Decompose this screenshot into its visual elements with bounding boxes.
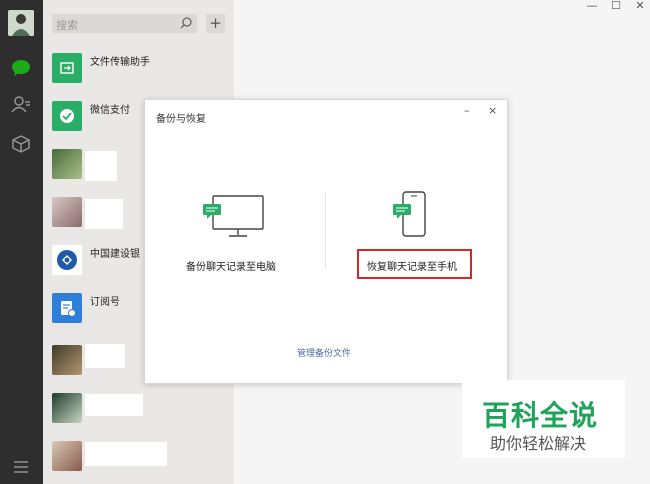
dialog-minimize-button[interactable]: – — [464, 104, 470, 117]
chat-icon[interactable] — [10, 57, 32, 79]
contact-avatar — [52, 441, 82, 471]
backup-to-pc-option[interactable]: 备份聊天记录至电脑 — [175, 188, 300, 278]
watermark-subtitle: 助你轻松解决 — [490, 434, 587, 453]
file-transfer-avatar — [52, 53, 82, 83]
window-minimize-button[interactable]: — — [582, 0, 602, 14]
chat-name: 文件传输助手 — [90, 57, 150, 68]
menu-icon[interactable] — [10, 456, 32, 478]
backup-to-pc-label: 备份聊天记录至电脑 — [186, 262, 276, 273]
wechat-pay-avatar — [52, 101, 82, 131]
chat-name: 中国建设银 — [90, 249, 140, 260]
highlight-annotation-box — [357, 249, 472, 279]
my-avatar[interactable] — [8, 10, 34, 36]
chat-item[interactable] — [43, 385, 234, 433]
contact-avatar — [52, 393, 82, 423]
computer-icon — [203, 195, 264, 237]
phone-icon — [393, 191, 426, 237]
contacts-icon[interactable] — [10, 93, 32, 115]
collections-icon[interactable] — [10, 133, 32, 155]
watermark-logo: 百科全说 助你轻松解决 — [462, 380, 625, 458]
watermark-title: 百科全说 — [482, 399, 599, 432]
chat-item[interactable] — [43, 433, 234, 481]
nav-sidebar — [0, 0, 43, 484]
add-chat-button[interactable]: + — [206, 14, 225, 33]
dialog-title: 备份与恢复 — [156, 114, 206, 125]
redacted-name — [85, 344, 125, 368]
options-divider — [325, 192, 326, 268]
contact-avatar — [52, 197, 82, 227]
contact-avatar — [52, 345, 82, 375]
subscriptions-avatar — [52, 293, 82, 323]
redacted-name — [85, 151, 117, 181]
chat-name: 订阅号 — [90, 297, 120, 308]
ccb-avatar — [52, 245, 82, 275]
search-placeholder: 搜索 — [56, 19, 78, 32]
window-close-button[interactable]: ✕ — [630, 0, 650, 14]
search-icon — [180, 17, 192, 29]
search-box[interactable]: 搜索 — [52, 14, 197, 33]
redacted-name — [85, 442, 167, 466]
dialog-close-button[interactable]: × — [488, 104, 497, 117]
contact-avatar — [52, 149, 82, 179]
redacted-name — [85, 394, 143, 416]
chat-name: 微信支付 — [90, 105, 130, 116]
chat-item-file-transfer[interactable]: 文件传输助手 — [43, 45, 234, 93]
window-maximize-button[interactable]: ☐ — [606, 0, 626, 14]
manage-backups-link[interactable]: 管理备份文件 — [297, 346, 351, 359]
backup-restore-dialog: 备份与恢复 – × 备份聊天记录至电脑 恢复聊天记录至手机 管理备份文件 — [144, 99, 508, 384]
redacted-name — [85, 199, 123, 229]
